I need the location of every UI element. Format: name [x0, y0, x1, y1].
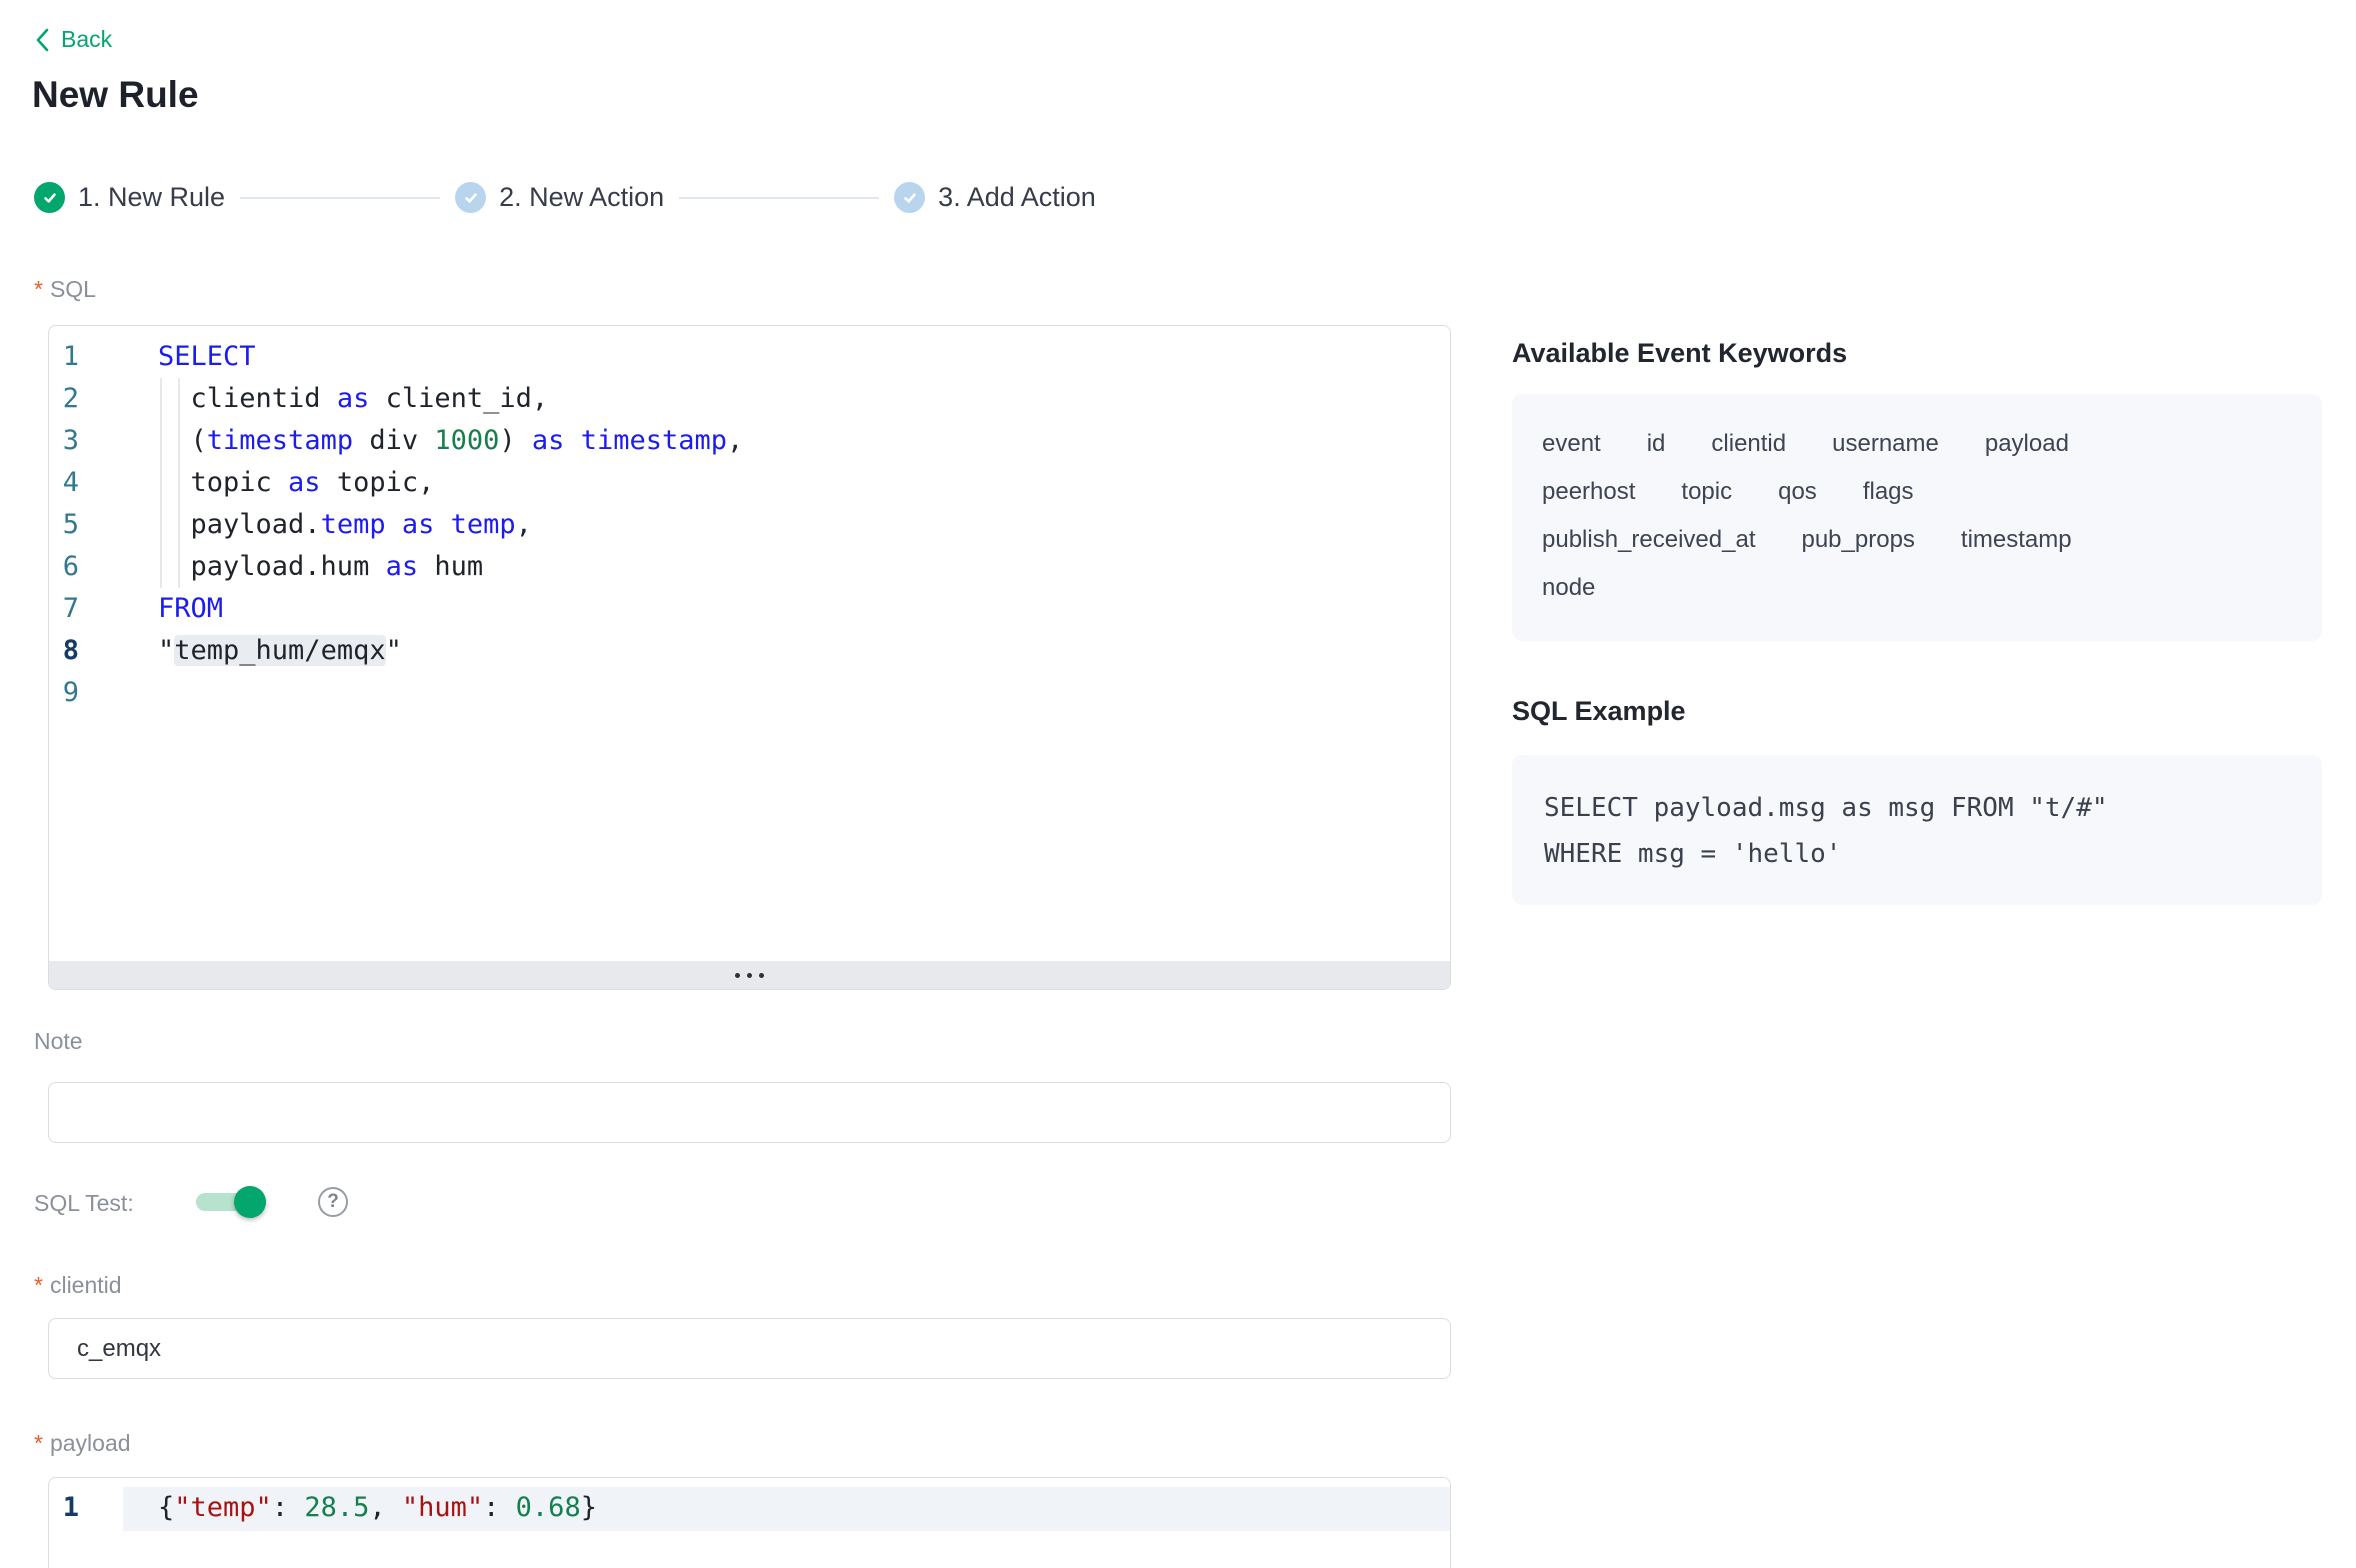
note-field-label: Note	[34, 1028, 83, 1055]
payload-code-editor[interactable]: 1{"temp": 28.5, "hum": 0.68}	[48, 1477, 1451, 1568]
toggle-knob	[234, 1186, 266, 1218]
event-keyword: clientid	[1711, 430, 1786, 458]
keyword-row: event id clientid username payload	[1542, 430, 2292, 458]
code-line: 8"temp_hum/emqx"	[49, 630, 1450, 672]
code-line: 5 payload.temp as temp,	[49, 504, 1450, 546]
check-icon	[41, 189, 59, 207]
keyword-row: peerhost topic qos flags	[1542, 478, 2292, 506]
code-line: 9	[49, 672, 1450, 714]
stepper: 1. New Rule 2. New Action 3. Add Action	[34, 182, 1096, 213]
step-label: 1. New Rule	[78, 182, 225, 213]
line-number: 9	[49, 672, 79, 714]
line-number: 4	[49, 462, 79, 504]
sql-field-label: *SQL	[34, 276, 96, 303]
step-status-icon	[34, 182, 65, 213]
page-title: New Rule	[32, 74, 199, 116]
event-keyword: qos	[1778, 478, 1817, 506]
help-icon[interactable]: ?	[318, 1187, 348, 1217]
code-line: 2 clientid as client_id,	[49, 378, 1450, 420]
check-icon	[462, 189, 480, 207]
sql-example-line: SELECT payload.msg as msg FROM "t/#"	[1544, 785, 2322, 831]
event-keyword: id	[1647, 430, 1666, 458]
event-keyword: publish_received_at	[1542, 526, 1755, 554]
required-asterisk: *	[34, 276, 43, 302]
step-item[interactable]: 2. New Action	[455, 182, 664, 213]
code-line: 1{"temp": 28.5, "hum": 0.68}	[49, 1487, 1450, 1529]
step-item[interactable]: 3. Add Action	[894, 182, 1096, 213]
step-label: 3. Add Action	[938, 182, 1096, 213]
event-keyword: topic	[1681, 478, 1732, 506]
line-number: 1	[49, 336, 79, 378]
event-keywords-box: event id clientid username payload peerhost to…	[1512, 394, 2322, 641]
sql-test-label: SQL Test:	[34, 1190, 134, 1217]
event-keyword: peerhost	[1542, 478, 1635, 506]
event-keyword: flags	[1863, 478, 1914, 506]
event-keyword: timestamp	[1961, 526, 2072, 554]
editor-resize-handle[interactable]	[49, 961, 1450, 989]
code-line: 3 (timestamp div 1000) as timestamp,	[49, 420, 1450, 462]
sql-code-editor[interactable]: 1SELECT2 clientid as client_id,3 (timest…	[48, 325, 1451, 990]
event-keyword: username	[1832, 430, 1939, 458]
keyword-row: publish_received_at pub_props timestamp	[1542, 526, 2292, 554]
step-status-icon	[455, 182, 486, 213]
line-number: 1	[49, 1487, 79, 1529]
step-item[interactable]: 1. New Rule	[34, 182, 225, 213]
step-label: 2. New Action	[499, 182, 664, 213]
line-number: 8	[49, 630, 79, 672]
step-connector	[679, 197, 879, 199]
sql-example-title: SQL Example	[1512, 696, 1686, 727]
keywords-panel-title: Available Event Keywords	[1512, 338, 1847, 369]
back-label[interactable]: Back	[61, 26, 112, 53]
check-icon	[901, 189, 919, 207]
code-line: 4 topic as topic,	[49, 462, 1450, 504]
drag-dots-icon	[735, 973, 740, 978]
sql-example-box: SELECT payload.msg as msg FROM "t/#"WHER…	[1512, 755, 2322, 905]
clientid-field-label: *clientid	[34, 1272, 122, 1299]
event-keyword: pub_props	[1801, 526, 1914, 554]
event-keyword: event	[1542, 430, 1601, 458]
clientid-input[interactable]	[48, 1318, 1451, 1379]
note-input[interactable]	[48, 1082, 1451, 1143]
event-keyword: payload	[1985, 430, 2069, 458]
payload-editor-content[interactable]: 1{"temp": 28.5, "hum": 0.68}	[49, 1478, 1450, 1568]
keyword-row: node	[1542, 574, 2292, 602]
back-link[interactable]: Back	[34, 26, 112, 53]
line-number: 7	[49, 588, 79, 630]
required-asterisk: *	[34, 1272, 43, 1298]
sql-editor-content[interactable]: 1SELECT2 clientid as client_id,3 (timest…	[49, 326, 1450, 961]
sql-test-toggle[interactable]	[196, 1193, 266, 1211]
required-asterisk: *	[34, 1430, 43, 1456]
payload-field-label: *payload	[34, 1430, 131, 1457]
event-keyword: node	[1542, 574, 1595, 602]
line-number: 5	[49, 504, 79, 546]
code-line: 1SELECT	[49, 336, 1450, 378]
chevron-left-icon	[34, 27, 51, 53]
line-number: 3	[49, 420, 79, 462]
sql-example-line: WHERE msg = 'hello'	[1544, 831, 2322, 877]
step-status-icon	[894, 182, 925, 213]
code-line: 7FROM	[49, 588, 1450, 630]
line-number: 2	[49, 378, 79, 420]
code-line: 6 payload.hum as hum	[49, 546, 1450, 588]
line-number: 6	[49, 546, 79, 588]
step-connector	[240, 197, 440, 199]
